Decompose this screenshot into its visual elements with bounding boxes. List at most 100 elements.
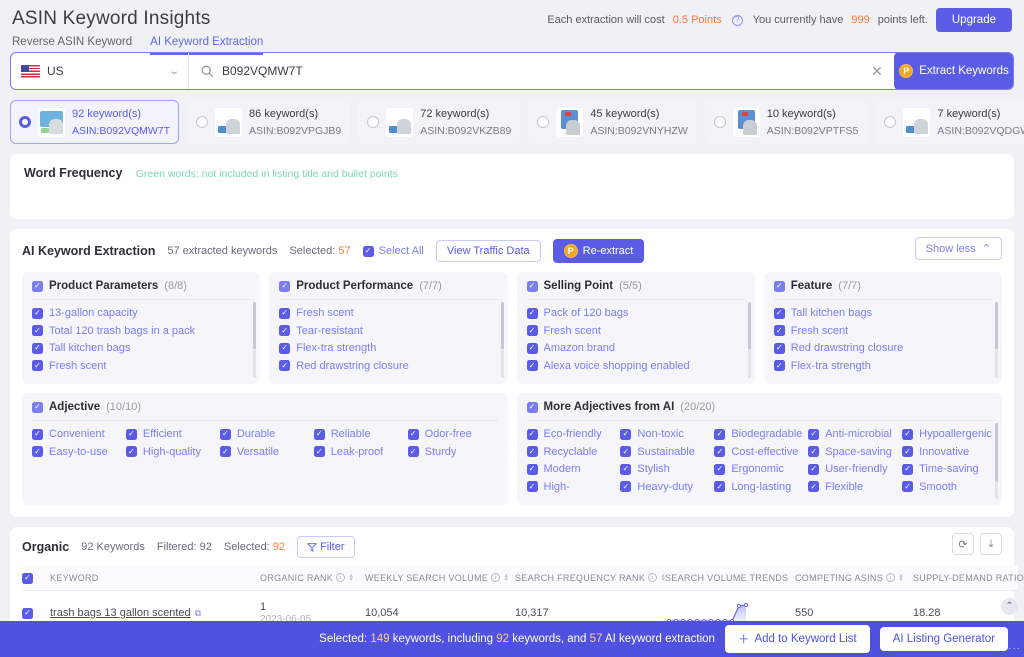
info-icon[interactable]: i bbox=[491, 573, 500, 582]
asin-radio[interactable] bbox=[196, 116, 208, 128]
keyword-item[interactable]: Stylish bbox=[620, 462, 710, 477]
keyword-checkbox[interactable] bbox=[714, 446, 725, 457]
keyword-checkbox[interactable] bbox=[808, 446, 819, 457]
keyword-item[interactable]: 13-gallon capacity bbox=[32, 306, 250, 321]
filter-button[interactable]: Filter bbox=[297, 536, 354, 558]
keyword-checkbox[interactable] bbox=[527, 481, 538, 492]
group-checkbox[interactable] bbox=[527, 281, 538, 292]
sort-icon[interactable]: ▲▼ bbox=[898, 574, 904, 582]
keyword-checkbox[interactable] bbox=[714, 464, 725, 475]
group-checkbox[interactable] bbox=[527, 402, 538, 413]
add-to-keyword-list-button[interactable]: ＋ Add to Keyword List bbox=[725, 625, 870, 653]
keyword-item[interactable]: Alexa voice shopping enabled bbox=[527, 359, 745, 374]
keyword-checkbox[interactable] bbox=[902, 464, 913, 475]
view-traffic-data-button[interactable]: View Traffic Data bbox=[436, 240, 541, 262]
group-scrollbar[interactable] bbox=[748, 302, 751, 378]
keyword-item[interactable]: Eco-friendly bbox=[527, 427, 617, 442]
group-checkbox[interactable] bbox=[774, 281, 785, 292]
keyword-checkbox[interactable] bbox=[32, 446, 43, 457]
keyword-item[interactable]: Easy-to-use bbox=[32, 445, 122, 460]
keyword-checkbox[interactable] bbox=[126, 446, 137, 457]
keyword-checkbox[interactable] bbox=[774, 308, 785, 319]
col-search-frequency-rank[interactable]: SEARCH FREQUENCY RANKi▲▼ bbox=[515, 566, 665, 590]
keyword-item[interactable]: Efficient bbox=[126, 427, 216, 442]
keyword-item[interactable]: Anti-microbial bbox=[808, 427, 898, 442]
keyword-checkbox[interactable] bbox=[314, 446, 325, 457]
external-link-icon[interactable]: ⧉ bbox=[195, 608, 201, 618]
group-checkbox[interactable] bbox=[279, 281, 290, 292]
keyword-item[interactable]: Hypoallergenic bbox=[902, 427, 992, 442]
keyword-checkbox[interactable] bbox=[714, 481, 725, 492]
keyword-checkbox[interactable] bbox=[279, 308, 290, 319]
keyword-checkbox[interactable] bbox=[32, 343, 43, 354]
asin-radio[interactable] bbox=[537, 116, 549, 128]
keyword-item[interactable]: Reliable bbox=[314, 427, 404, 442]
keyword-checkbox[interactable] bbox=[527, 343, 538, 354]
col-weekly-search-volume[interactable]: WEEKLY SEARCH VOLUMEi▲▼ bbox=[365, 566, 515, 590]
keyword-checkbox[interactable] bbox=[220, 429, 231, 440]
row-checkbox[interactable] bbox=[22, 608, 33, 619]
sort-icon[interactable]: ▲▼ bbox=[348, 574, 354, 582]
keyword-checkbox[interactable] bbox=[902, 481, 913, 492]
asin-radio[interactable] bbox=[19, 116, 31, 128]
refresh-icon[interactable]: ⟳ bbox=[952, 533, 974, 555]
keyword-checkbox[interactable] bbox=[620, 429, 631, 440]
keyword-checkbox[interactable] bbox=[527, 308, 538, 319]
keyword-item[interactable]: Cost-effective bbox=[714, 445, 804, 460]
keyword-checkbox[interactable] bbox=[408, 446, 419, 457]
keyword-item[interactable]: Space-saving bbox=[808, 445, 898, 460]
select-all-toggle[interactable]: Select All bbox=[363, 245, 424, 257]
keyword-item[interactable]: User-friendly bbox=[808, 462, 898, 477]
keyword-item[interactable]: Durable bbox=[220, 427, 310, 442]
help-icon[interactable]: ? bbox=[732, 15, 743, 26]
keyword-checkbox[interactable] bbox=[527, 360, 538, 371]
ai-listing-generator-button[interactable]: AI Listing Generator bbox=[880, 627, 1008, 651]
keyword-checkbox[interactable] bbox=[527, 464, 538, 475]
select-all-rows-checkbox[interactable] bbox=[22, 573, 33, 584]
keyword-item[interactable]: Fresh scent bbox=[774, 324, 992, 339]
keyword-checkbox[interactable] bbox=[279, 360, 290, 371]
asin-card[interactable]: 86 keyword(s) ASIN:B092VPGJB9 bbox=[187, 100, 350, 144]
keyword-item[interactable]: Fresh scent bbox=[527, 324, 745, 339]
group-checkbox[interactable] bbox=[32, 281, 43, 292]
col-supply-demand-ratio[interactable]: SUPPLY-DEMAND RATIOi bbox=[913, 566, 1018, 590]
sort-icon[interactable]: ▲▼ bbox=[503, 574, 509, 582]
keyword-item[interactable]: Amazon brand bbox=[527, 341, 745, 356]
keyword-checkbox[interactable] bbox=[32, 325, 43, 336]
keyword-item[interactable]: Flexible bbox=[808, 480, 898, 495]
country-select[interactable]: US ⌄ bbox=[11, 53, 189, 89]
keyword-item[interactable]: Fresh scent bbox=[279, 306, 497, 321]
keyword-checkbox[interactable] bbox=[32, 308, 43, 319]
keyword-item[interactable]: High- bbox=[527, 480, 617, 495]
info-icon[interactable]: i bbox=[336, 573, 345, 582]
group-scrollbar[interactable] bbox=[253, 302, 256, 378]
keyword-checkbox[interactable] bbox=[279, 325, 290, 336]
keyword-item[interactable]: Innovative bbox=[902, 445, 992, 460]
group-scrollbar[interactable] bbox=[501, 302, 504, 378]
keyword-item[interactable]: Convenient bbox=[32, 427, 122, 442]
asin-radio[interactable] bbox=[884, 116, 896, 128]
keyword-item[interactable]: Versatile bbox=[220, 445, 310, 460]
keyword-item[interactable]: Smooth bbox=[902, 480, 992, 495]
keyword-checkbox[interactable] bbox=[774, 360, 785, 371]
keyword-checkbox[interactable] bbox=[808, 429, 819, 440]
asin-card[interactable]: 72 keyword(s) ASIN:B092VKZB89 bbox=[358, 100, 520, 144]
keyword-item[interactable]: Flex-tra strength bbox=[774, 359, 992, 374]
keyword-item[interactable]: Total 120 trash bags in a pack bbox=[32, 324, 250, 339]
keyword-item[interactable]: Sustainable bbox=[620, 445, 710, 460]
keyword-item[interactable]: Non-toxic bbox=[620, 427, 710, 442]
asin-card[interactable]: 92 keyword(s) ASIN:B092VQMW7T bbox=[10, 100, 179, 144]
asin-card[interactable]: 45 keyword(s) ASIN:B092VNYHZW bbox=[528, 100, 696, 144]
keyword-checkbox[interactable] bbox=[527, 446, 538, 457]
asin-radio[interactable] bbox=[367, 116, 379, 128]
keyword-checkbox[interactable] bbox=[32, 429, 43, 440]
keyword-item[interactable]: Leak-proof bbox=[314, 445, 404, 460]
keyword-item[interactable]: Tall kitchen bags bbox=[32, 341, 250, 356]
keyword-checkbox[interactable] bbox=[527, 429, 538, 440]
re-extract-button[interactable]: P Re-extract bbox=[553, 239, 645, 263]
keyword-item[interactable]: High-quality bbox=[126, 445, 216, 460]
keyword-item[interactable]: Sturdy bbox=[408, 445, 498, 460]
keyword-item[interactable]: Ergonomic bbox=[714, 462, 804, 477]
asin-card[interactable]: 7 keyword(s) ASIN:B092VQDGWL bbox=[875, 100, 1024, 144]
keyword-item[interactable]: Pack of 120 bags bbox=[527, 306, 745, 321]
